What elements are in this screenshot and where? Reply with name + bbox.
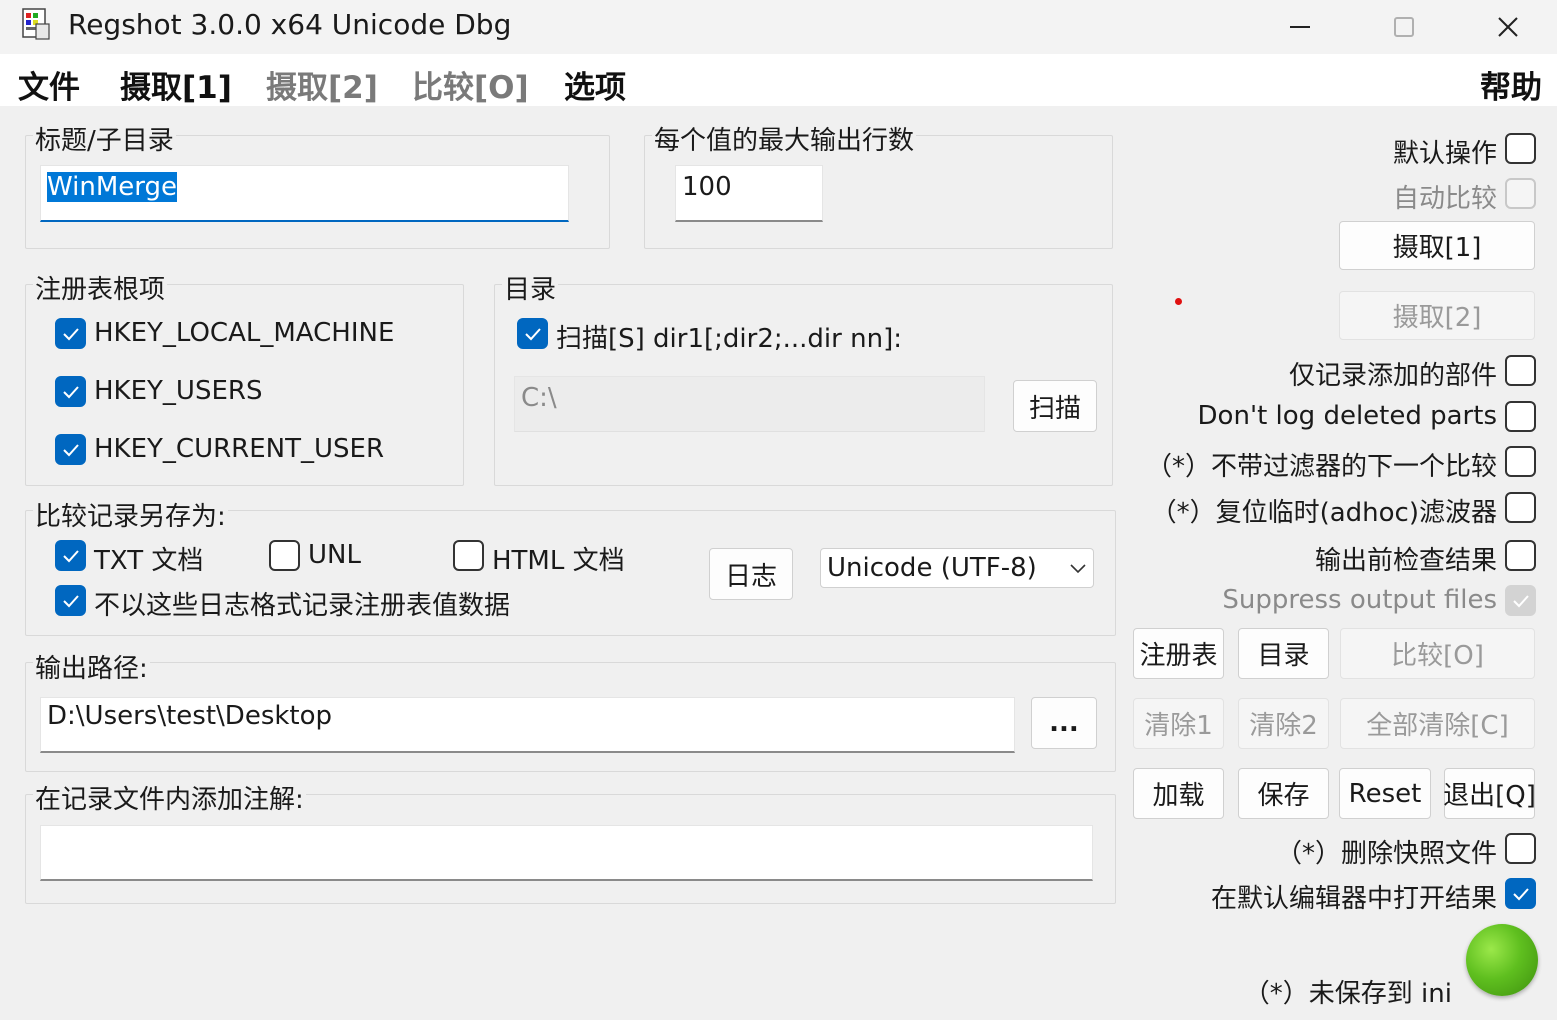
- clear2-button[interactable]: 清除2: [1238, 698, 1329, 749]
- reset-adhoc-checkbox[interactable]: [1505, 492, 1536, 523]
- not-saved-ini-label: （*）未保存到 ini: [1243, 979, 1452, 1009]
- minimize-icon: [1290, 26, 1310, 28]
- menu-shot2[interactable]: 摄取[2]: [266, 62, 378, 107]
- checkmark-icon: [524, 327, 541, 340]
- delete-snapshot-label: （*）删除快照文件: [1275, 839, 1497, 869]
- checkmark-icon: [62, 594, 79, 607]
- save-as-group-label: 比较记录另存为:: [33, 496, 228, 533]
- minimize-button[interactable]: [1248, 0, 1352, 54]
- close-icon: [1498, 17, 1518, 37]
- close-button[interactable]: [1456, 0, 1557, 54]
- max-lines-group-label: 每个值的最大输出行数: [652, 120, 917, 157]
- log-button[interactable]: 日志: [709, 548, 793, 600]
- check-before-output-label: 输出前检查结果: [1314, 546, 1497, 576]
- only-added-checkbox[interactable]: [1505, 355, 1536, 386]
- shot2-button[interactable]: 摄取[2]: [1339, 291, 1535, 340]
- load-button[interactable]: 加载: [1133, 768, 1224, 819]
- window-title: Regshot 3.0.0 x64 Unicode Dbg: [68, 8, 512, 41]
- save-button[interactable]: 保存: [1238, 768, 1329, 819]
- reset-adhoc-label: （*）复位临时(adhoc)滤波器: [1150, 498, 1497, 528]
- checkmark-icon: [62, 443, 79, 456]
- status-dot-icon: [1175, 298, 1182, 305]
- menu-help[interactable]: 帮助: [1480, 62, 1542, 107]
- comment-input[interactable]: [40, 825, 1093, 881]
- hkcu-label: HKEY_CURRENT_USER: [94, 434, 385, 464]
- shot1-button[interactable]: 摄取[1]: [1339, 221, 1535, 270]
- registry-group-label: 注册表根项: [33, 269, 168, 306]
- suppress-output-checkbox[interactable]: [1505, 585, 1536, 616]
- menu-bar: [0, 54, 1557, 106]
- regshot-app-icon: [20, 6, 52, 42]
- no-reg-data-checkbox[interactable]: [55, 585, 86, 616]
- quit-button[interactable]: 退出[Q]: [1443, 768, 1536, 819]
- delete-snapshot-checkbox[interactable]: [1505, 833, 1536, 864]
- clear1-button[interactable]: 清除1: [1133, 698, 1224, 749]
- checkmark-icon: [62, 549, 79, 562]
- reset-button[interactable]: Reset: [1339, 768, 1431, 819]
- open-in-editor-checkbox[interactable]: [1505, 878, 1536, 909]
- hkcu-checkbox[interactable]: [55, 434, 86, 465]
- default-action-checkbox[interactable]: [1505, 133, 1536, 164]
- maximize-icon: [1394, 17, 1414, 37]
- checkmark-icon: [1512, 887, 1529, 900]
- maximize-button[interactable]: [1352, 0, 1456, 54]
- output-path-label: 输出路径:: [33, 648, 150, 685]
- scan-dir-label: 扫描[S] dir1[;dir2;...dir nn]:: [556, 324, 902, 354]
- encoding-select[interactable]: Unicode (UTF-8): [820, 548, 1094, 588]
- encoding-value: Unicode (UTF-8): [827, 553, 1037, 583]
- only-added-label: 仅记录添加的部件: [1288, 361, 1497, 391]
- checkmark-icon: [1512, 594, 1529, 607]
- txt-label: TXT 文档: [94, 546, 204, 576]
- browse-button[interactable]: ...: [1031, 697, 1097, 749]
- checkmark-icon: [62, 385, 79, 398]
- txt-checkbox[interactable]: [55, 540, 86, 571]
- dont-log-deleted-checkbox[interactable]: [1505, 401, 1536, 432]
- hku-checkbox[interactable]: [55, 376, 86, 407]
- open-in-editor-label: 在默认编辑器中打开结果: [1210, 884, 1497, 914]
- menu-shot1[interactable]: 摄取[1]: [120, 62, 232, 107]
- compare-button[interactable]: 比较[O]: [1340, 628, 1535, 679]
- html-label: HTML 文档: [492, 546, 625, 576]
- default-action-label: 默认操作: [1392, 139, 1497, 169]
- status-led-icon: [1466, 924, 1538, 996]
- no-reg-data-label: 不以这些日志格式记录注册表值数据: [94, 591, 511, 621]
- dont-log-deleted-label: Don't log deleted parts: [1197, 401, 1497, 431]
- auto-compare-checkbox[interactable]: [1505, 178, 1536, 209]
- scan-dir-input[interactable]: C:\: [514, 376, 985, 432]
- unl-checkbox[interactable]: [269, 540, 300, 571]
- menu-file[interactable]: 文件: [18, 62, 80, 107]
- no-filter-next-checkbox[interactable]: [1505, 446, 1536, 477]
- output-path-input[interactable]: D:\Users\test\Desktop: [40, 697, 1015, 753]
- html-checkbox[interactable]: [453, 540, 484, 571]
- registry-button[interactable]: 注册表: [1133, 628, 1224, 679]
- menu-compare[interactable]: 比较[O]: [412, 62, 529, 107]
- max-lines-input[interactable]: 100: [675, 165, 823, 222]
- scan-dir-checkbox[interactable]: [517, 318, 548, 349]
- comment-label: 在记录文件内添加注解:: [33, 779, 306, 816]
- hklm-checkbox[interactable]: [55, 318, 86, 349]
- menu-options[interactable]: 选项: [564, 62, 626, 107]
- suppress-output-label: Suppress output files: [1222, 585, 1497, 615]
- clear-all-button[interactable]: 全部清除[C]: [1340, 698, 1535, 749]
- hku-label: HKEY_USERS: [94, 376, 263, 406]
- checkmark-icon: [62, 327, 79, 340]
- chevron-down-icon: [1070, 564, 1086, 574]
- unl-label: UNL: [308, 540, 361, 570]
- directory-button[interactable]: 目录: [1238, 628, 1329, 679]
- title-input-value: WinMerge: [47, 172, 177, 202]
- auto-compare-label: 自动比较: [1392, 184, 1497, 214]
- directory-group-label: 目录: [502, 269, 559, 306]
- check-before-output-checkbox[interactable]: [1505, 540, 1536, 571]
- title-group-label: 标题/子目录: [33, 120, 176, 157]
- title-input[interactable]: WinMerge: [40, 165, 569, 222]
- hklm-label: HKEY_LOCAL_MACHINE: [94, 318, 395, 348]
- scan-button[interactable]: 扫描: [1013, 380, 1097, 432]
- no-filter-next-label: （*）不带过滤器的下一个比较: [1145, 452, 1497, 482]
